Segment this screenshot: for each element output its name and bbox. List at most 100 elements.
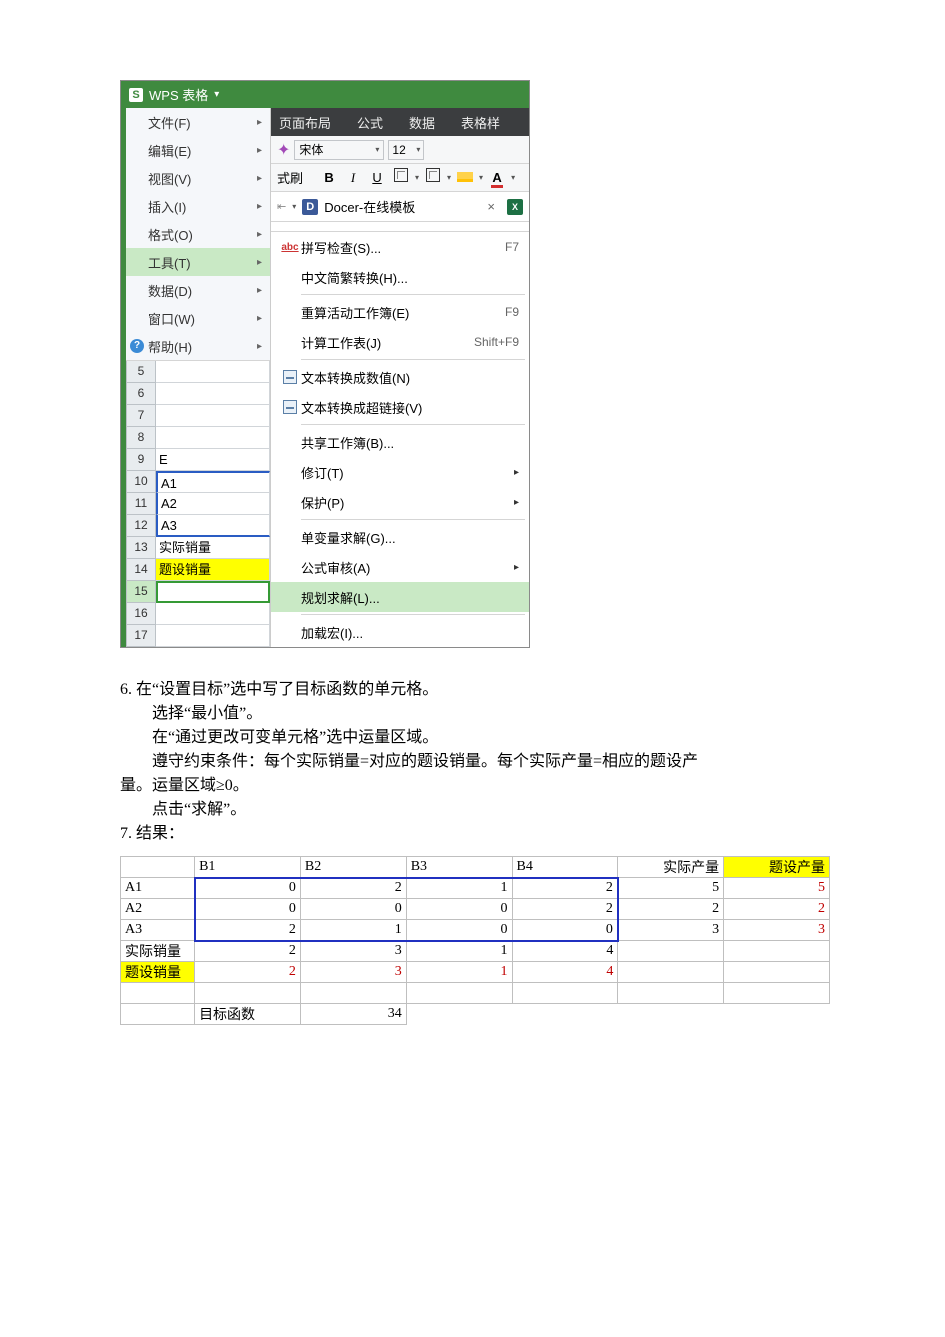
sheet-cell[interactable] (156, 361, 270, 383)
border-button[interactable] (391, 168, 411, 188)
submenu-item[interactable]: 中文简繁转换(H)... (271, 262, 529, 292)
spellcheck-icon: abc (279, 242, 301, 253)
tab-formula[interactable]: 公式 (353, 113, 387, 132)
table-cell (121, 983, 195, 1004)
table-cell: 0 (406, 899, 512, 920)
row-header[interactable]: 13 (126, 537, 156, 559)
submenu-item[interactable]: 共享工作簿(B)... (271, 427, 529, 457)
table-cell: 0 (195, 878, 301, 899)
excel-icon[interactable]: X (507, 199, 523, 215)
ribbon-tabs[interactable]: 页面布局 公式 数据 表格样 (271, 108, 529, 136)
submenu-item[interactable]: 计算工作表(J)Shift+F9 (271, 327, 529, 357)
chevron-down-icon[interactable]: ▾ (375, 145, 379, 154)
row-header[interactable]: 11 (126, 493, 156, 515)
table-cell: 0 (195, 899, 301, 920)
tab-data[interactable]: 数据 (405, 113, 439, 132)
chevron-down-icon[interactable]: ▾ (292, 202, 296, 211)
underline-button[interactable]: U (367, 168, 387, 188)
menu-label: 窗口(W) (148, 309, 195, 328)
submenu-item[interactable]: abc拼写检查(S)...F7 (271, 232, 529, 262)
sheet-cell[interactable] (156, 603, 270, 625)
table-cell: 1 (406, 962, 512, 983)
row-header[interactable]: 5 (126, 361, 156, 383)
shortcut-label: F9 (505, 305, 519, 319)
sheet-cell[interactable] (156, 581, 270, 603)
italic-button[interactable]: I (343, 168, 363, 188)
close-icon[interactable]: × (487, 199, 495, 214)
format-painter-icon[interactable]: ✦ (277, 140, 290, 160)
file-menu-item[interactable]: 文件(F)▸ (126, 108, 270, 136)
font-color-button[interactable]: A (487, 168, 507, 188)
column-header: B3 (406, 857, 512, 878)
title-dropdown-icon[interactable]: ▾ (214, 89, 219, 100)
row-header[interactable]: 12 (126, 515, 156, 537)
menu-label: 文件(F) (148, 113, 191, 132)
row-header[interactable]: 16 (126, 603, 156, 625)
table-cell (724, 1004, 830, 1025)
sheet-cell[interactable]: 题设销量 (156, 559, 270, 581)
objective-label: 目标函数 (195, 1004, 301, 1025)
convert-icon (279, 400, 301, 414)
sheet-cell[interactable]: A1 (156, 471, 270, 493)
row-header[interactable]: 15 (126, 581, 156, 603)
font-select[interactable]: 宋体 ▾ (294, 140, 384, 160)
sheet-row: 16 (126, 603, 270, 625)
row-header[interactable]: 6 (126, 383, 156, 405)
submenu-item[interactable]: 规划求解(L)... (271, 582, 529, 612)
submenu-item[interactable]: 文本转换成数值(N) (271, 362, 529, 392)
tab-tablestyle[interactable]: 表格样 (457, 113, 504, 132)
chevron-down-icon[interactable]: ▾ (511, 173, 515, 182)
file-menu-item[interactable]: 格式(O)▸ (126, 220, 270, 248)
row-header[interactable]: 9 (126, 449, 156, 471)
row-header[interactable]: 8 (126, 427, 156, 449)
file-menu-item[interactable]: 窗口(W)▸ (126, 304, 270, 332)
sheet-cell[interactable] (156, 405, 270, 427)
row-header[interactable]: 17 (126, 625, 156, 647)
submenu-item[interactable]: 文本转换成超链接(V) (271, 392, 529, 422)
tab-pagelayout[interactable]: 页面布局 (275, 113, 335, 132)
table-cell: 1 (300, 920, 406, 941)
table-cell: 5 (724, 878, 830, 899)
sheet-cell[interactable]: 实际销量 (156, 537, 270, 559)
submenu-item[interactable]: 保护(P)▸ (271, 487, 529, 517)
submenu-item[interactable]: 公式审核(A)▸ (271, 552, 529, 582)
file-menu-item[interactable]: ?帮助(H)▸ (126, 332, 270, 360)
row-header[interactable]: 10 (126, 471, 156, 493)
file-menu-item[interactable]: 数据(D)▸ (126, 276, 270, 304)
chevron-down-icon[interactable]: ▾ (415, 173, 419, 182)
chevron-down-icon[interactable]: ▾ (416, 145, 420, 154)
sheet-cell[interactable]: A2 (156, 493, 270, 515)
submenu-item[interactable]: 加载宏(I)... (271, 617, 529, 647)
file-menu-column: 文件(F)▸编辑(E)▸视图(V)▸插入(I)▸格式(O)▸工具(T)▸数据(D… (126, 108, 271, 647)
submenu-item[interactable]: 重算活动工作簿(E)F9 (271, 297, 529, 327)
back-icon[interactable]: ⇤ (277, 200, 286, 213)
sheet-cell[interactable]: A3 (156, 515, 270, 537)
row-header[interactable]: 14 (126, 559, 156, 581)
bold-button[interactable]: B (319, 168, 339, 188)
chevron-down-icon[interactable]: ▾ (479, 173, 483, 182)
file-menu-item[interactable]: 编辑(E)▸ (126, 136, 270, 164)
brush-label[interactable]: 式刷 (277, 168, 303, 187)
formula-bar[interactable] (271, 222, 529, 232)
file-menu-item[interactable]: 插入(I)▸ (126, 192, 270, 220)
title-bar[interactable]: S WPS 表格 ▾ (121, 81, 529, 108)
chevron-down-icon[interactable]: ▾ (447, 173, 451, 182)
sheet-cell[interactable]: E (156, 449, 270, 471)
submenu-item[interactable]: 修订(T)▸ (271, 457, 529, 487)
table-cell: 2 (512, 878, 618, 899)
sheet-cell[interactable] (156, 625, 270, 647)
sheet-cell[interactable] (156, 383, 270, 405)
fill-color-button[interactable] (455, 168, 475, 188)
line: 点击“求解”。 (120, 798, 825, 822)
file-menu-item[interactable]: 工具(T)▸ (126, 248, 270, 276)
sheet-cell[interactable] (156, 427, 270, 449)
row-header[interactable]: 7 (126, 405, 156, 427)
table-cell: 2 (300, 878, 406, 899)
border2-button[interactable] (423, 168, 443, 188)
chevron-right-icon: ▸ (257, 201, 262, 212)
menu-separator (301, 614, 525, 615)
file-menu-item[interactable]: 视图(V)▸ (126, 164, 270, 192)
font-size-select[interactable]: 12 ▾ (388, 140, 424, 160)
submenu-item[interactable]: 单变量求解(G)... (271, 522, 529, 552)
docer-label[interactable]: Docer-在线模板 (324, 197, 415, 216)
